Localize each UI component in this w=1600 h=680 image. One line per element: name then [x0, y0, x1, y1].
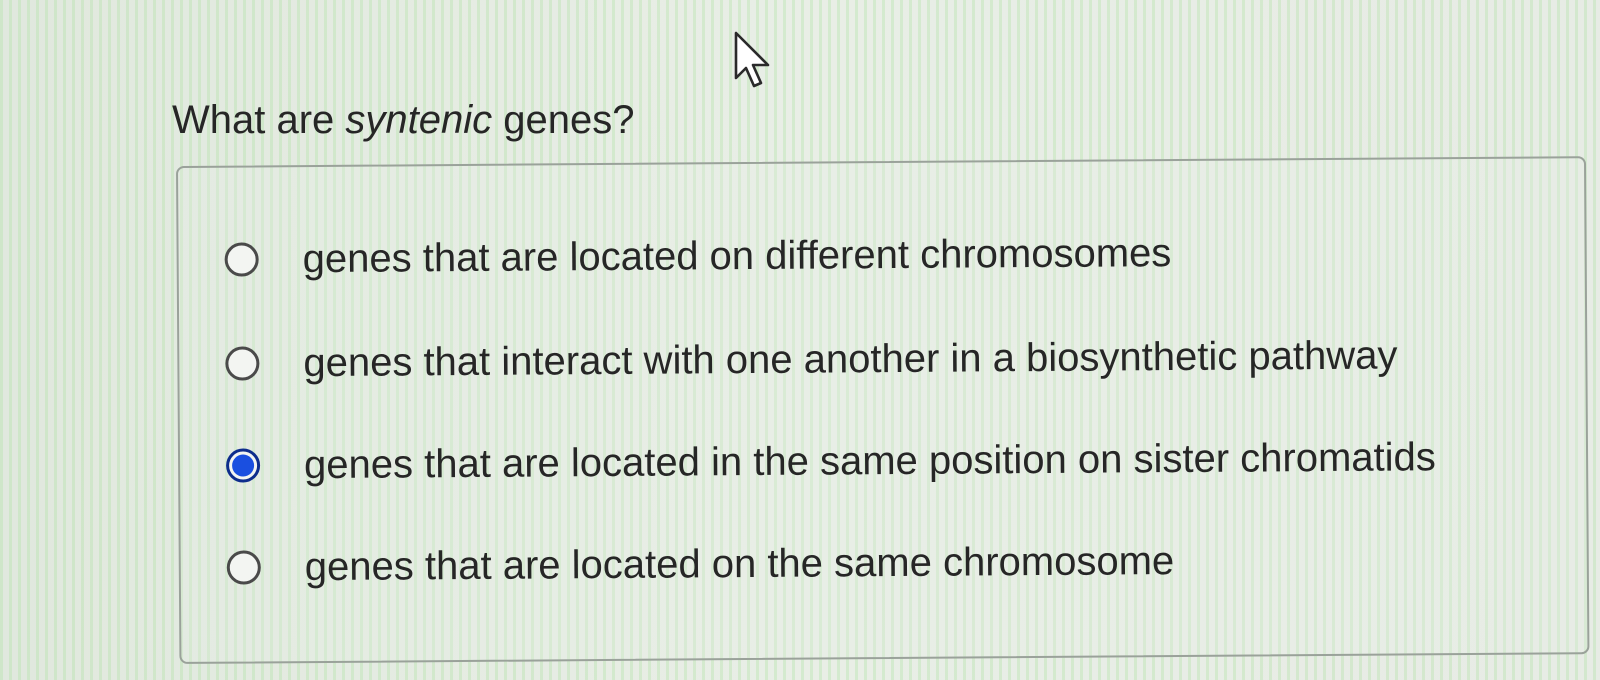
question-prefix: What are	[172, 98, 346, 142]
answer-option-4[interactable]: genes that are located on the same chrom…	[226, 533, 1175, 596]
answer-option-2[interactable]: genes that interact with one another in …	[225, 327, 1398, 391]
radio-button-option-4[interactable]	[226, 550, 261, 585]
radio-button-option-3[interactable]	[225, 448, 261, 483]
answer-options-panel: genes that are located on different chro…	[176, 156, 1590, 664]
answer-option-3[interactable]: genes that are located in the same posit…	[225, 429, 1436, 493]
question-term: syntenic	[345, 98, 493, 142]
mouse-pointer-arrow-icon	[734, 31, 770, 88]
option-label-3: genes that are located in the same posit…	[303, 435, 1436, 488]
radio-button-option-2[interactable]	[225, 346, 260, 381]
answer-option-1[interactable]: genes that are located on different chro…	[224, 225, 1171, 288]
option-label-4: genes that are located on the same chrom…	[304, 539, 1175, 590]
option-label-2: genes that interact with one another in …	[303, 333, 1398, 386]
option-label-1: genes that are located on different chro…	[302, 231, 1172, 282]
question-text: What are syntenic genes?	[172, 96, 635, 144]
question-suffix: genes?	[492, 98, 635, 142]
radio-button-option-1[interactable]	[224, 242, 259, 277]
